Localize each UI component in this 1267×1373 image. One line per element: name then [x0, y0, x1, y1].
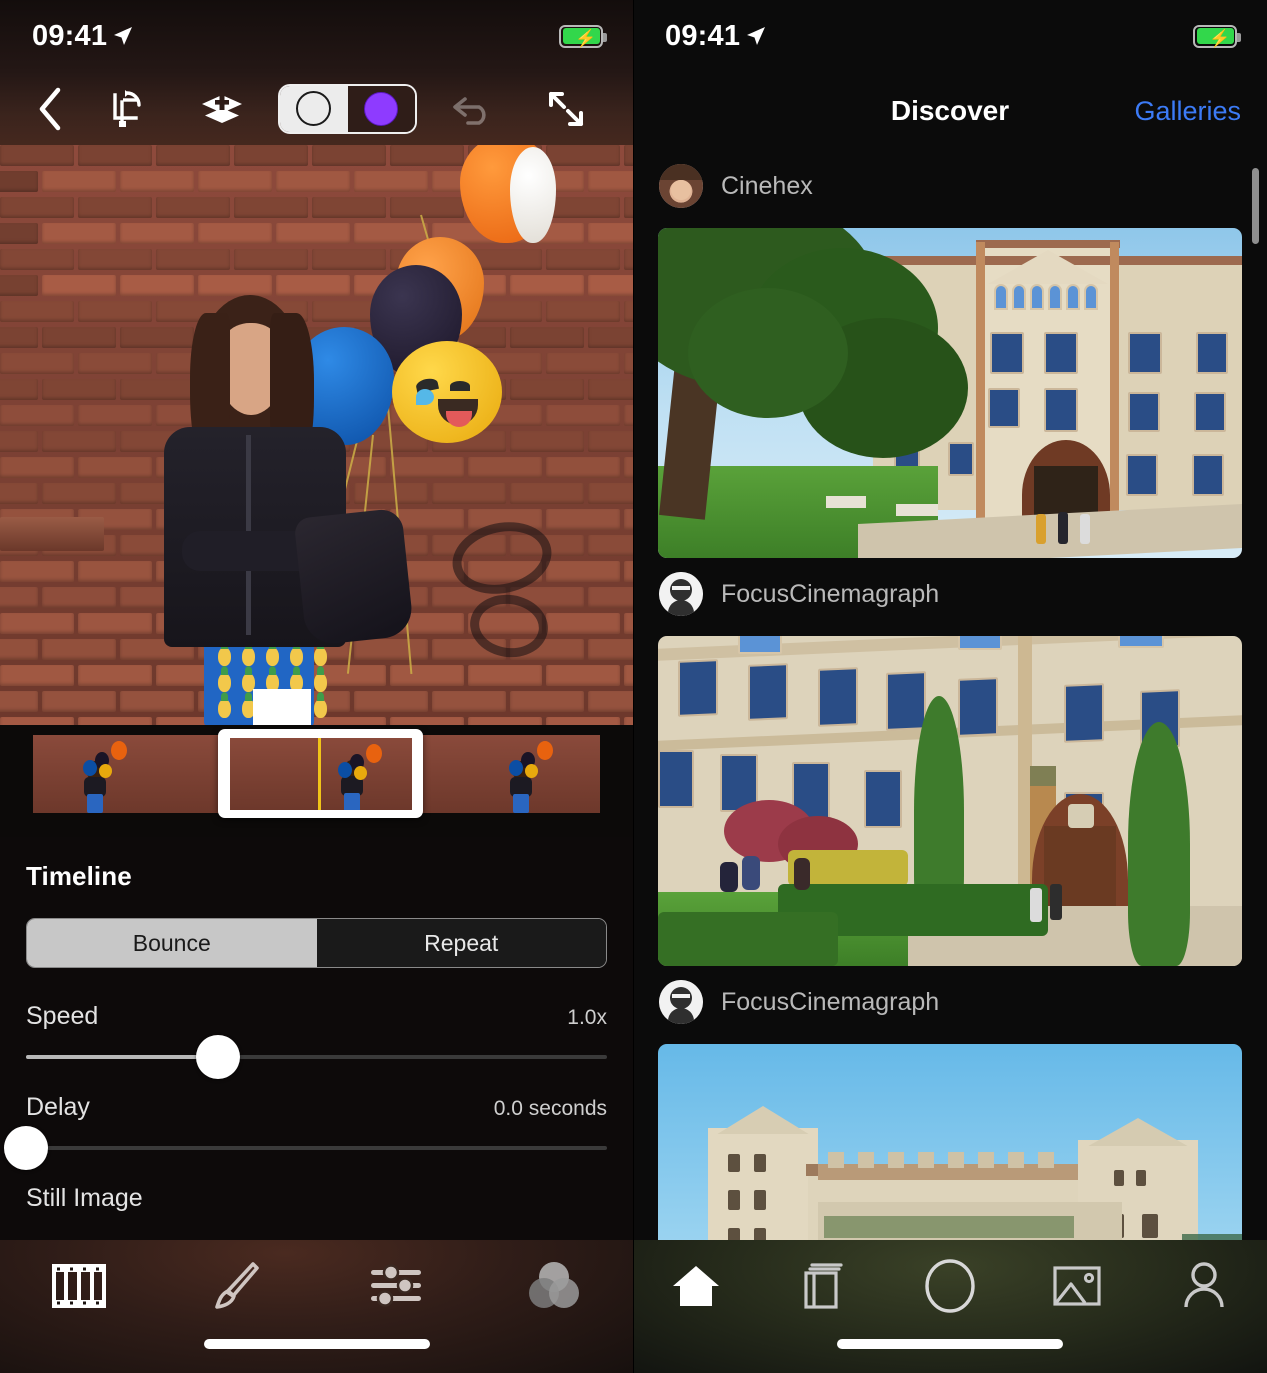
- mask-mode-toggle[interactable]: [278, 83, 417, 134]
- film-strip-icon: [52, 1264, 107, 1308]
- feed-item-footer[interactable]: FocusCinemagraph: [633, 966, 1267, 1038]
- balloon-emoji: [392, 341, 502, 443]
- status-left-group: 09:41: [32, 20, 133, 53]
- feed-item-footer[interactable]: FocusCinemagraph: [633, 558, 1267, 630]
- battery-charging-icon: ⚡: [559, 24, 607, 48]
- segment-repeat[interactable]: Repeat: [316, 919, 606, 967]
- status-time: 09:41: [32, 19, 108, 52]
- mask-toggle-option-outline[interactable]: [280, 85, 348, 132]
- tab-library[interactable]: [760, 1261, 887, 1311]
- panel-divider: [633, 0, 634, 1373]
- filmstrip-frame[interactable]: [459, 735, 600, 813]
- editor-toolbar: [0, 72, 633, 145]
- expand-arrows-icon: [549, 91, 583, 126]
- wall-ledge: [0, 517, 104, 551]
- discover-feed[interactable]: Cinehex FocusCinemagraph FocusCinemagrap…: [633, 150, 1267, 1312]
- user-photo-avatar[interactable]: [659, 164, 703, 208]
- sliders-icon: [370, 1264, 421, 1307]
- dual-phone-screenshot: 09:41 ⚡ Timeline Bounce Repeat Speed 1.0…: [0, 0, 1267, 1373]
- status-left-group: 09:41: [665, 20, 766, 53]
- status-time: 09:41: [665, 19, 741, 52]
- photo-icon: [1053, 1266, 1101, 1306]
- purple-dot-icon: [364, 91, 399, 126]
- user-face-avatar[interactable]: [659, 980, 703, 1024]
- right-status-bar: 09:41 ⚡: [633, 0, 1267, 72]
- tab-adjustments[interactable]: [317, 1263, 475, 1309]
- back-button[interactable]: [22, 87, 78, 131]
- filmstrip-current-frame-line: [317, 737, 321, 810]
- still-image-label: Still Image: [26, 1184, 143, 1212]
- left-status-bar: 09:41 ⚡: [0, 0, 633, 72]
- speed-value: 1.0x: [567, 1006, 607, 1029]
- feed-username: Cinehex: [721, 171, 813, 200]
- feed-username: FocusCinemagraph: [721, 579, 940, 608]
- filmstrip-frame[interactable]: [33, 735, 175, 813]
- segment-bounce[interactable]: Bounce: [27, 919, 317, 967]
- discover-navbar: Discover Galleries: [633, 72, 1267, 150]
- app-tabbar: [633, 1240, 1267, 1373]
- page-title: Timeline: [26, 861, 132, 891]
- delay-value: 0.0 seconds: [493, 1097, 607, 1120]
- galleries-button[interactable]: Galleries: [1134, 96, 1241, 127]
- undo-button[interactable]: [425, 89, 521, 129]
- delay-slider-block: Delay 0.0 seconds: [4, 1093, 607, 1170]
- tab-home[interactable]: [633, 1263, 760, 1309]
- location-arrow-icon: [747, 27, 766, 45]
- status-right-group: ⚡: [559, 24, 607, 48]
- scroll-indicator[interactable]: [1252, 168, 1259, 244]
- left-phone-panel: 09:41 ⚡ Timeline Bounce Repeat Speed 1.0…: [0, 0, 633, 1373]
- add-layer-icon: [202, 94, 242, 123]
- delay-slider[interactable]: [4, 1126, 607, 1170]
- speed-slider-block: Speed 1.0x: [26, 1002, 607, 1079]
- delay-label: Delay: [26, 1093, 90, 1121]
- home-indicator: [837, 1339, 1063, 1349]
- status-right-group: ⚡: [1193, 24, 1241, 48]
- loop-mode-segmented-control[interactable]: Bounce Repeat: [26, 918, 607, 968]
- home-indicator: [203, 1339, 430, 1349]
- person-figure: [158, 295, 415, 725]
- nav-title: Discover: [890, 95, 1010, 126]
- crop-rotate-icon: [113, 89, 141, 127]
- tab-color[interactable]: [475, 1260, 633, 1312]
- person-icon: [1183, 1262, 1224, 1308]
- editor-tabbar: [0, 1240, 633, 1373]
- paintbrush-icon: [215, 1262, 260, 1309]
- battery-charging-icon: ⚡: [1193, 24, 1241, 48]
- speed-slider[interactable]: [26, 1035, 607, 1079]
- feed-username: FocusCinemagraph: [721, 987, 940, 1016]
- timeline-controls: Timeline Bounce Repeat Speed 1.0x Delay: [0, 837, 633, 1213]
- circle-icon: [925, 1259, 975, 1313]
- user-face-avatar[interactable]: [659, 572, 703, 616]
- crop-rotate-button[interactable]: [78, 88, 174, 130]
- tab-gallery[interactable]: [1013, 1263, 1140, 1309]
- feed-media-card[interactable]: [658, 636, 1242, 966]
- playhead-marker-icon[interactable]: [253, 689, 311, 725]
- tab-filmstrip[interactable]: [0, 1263, 158, 1309]
- color-circles-icon: [528, 1262, 579, 1308]
- location-arrow-icon: [114, 27, 133, 45]
- undo-icon: [453, 96, 486, 125]
- delay-slider-knob[interactable]: [4, 1126, 48, 1170]
- editor-canvas[interactable]: [0, 145, 633, 725]
- circle-outline-icon: [296, 91, 332, 126]
- mask-toggle-option-filled[interactable]: [347, 85, 415, 132]
- feed-item-header[interactable]: Cinehex: [633, 150, 1267, 222]
- tab-brush[interactable]: [158, 1260, 316, 1312]
- tab-profile[interactable]: [1140, 1261, 1267, 1311]
- timeline-filmstrip[interactable]: [0, 725, 633, 837]
- book-icon: [804, 1263, 843, 1309]
- speed-label: Speed: [26, 1002, 99, 1030]
- right-phone-panel: 09:41 ⚡ Discover Galleries Cinehex Focus…: [633, 0, 1267, 1373]
- chevron-left-icon: [39, 87, 61, 130]
- speed-slider-knob[interactable]: [195, 1035, 240, 1079]
- feed-media-card[interactable]: [658, 228, 1242, 558]
- tab-capture[interactable]: [887, 1258, 1014, 1314]
- filmstrip-selection-window[interactable]: [218, 729, 423, 818]
- add-layer-button[interactable]: [174, 89, 270, 129]
- expand-button[interactable]: [521, 87, 611, 131]
- home-icon: [673, 1266, 720, 1306]
